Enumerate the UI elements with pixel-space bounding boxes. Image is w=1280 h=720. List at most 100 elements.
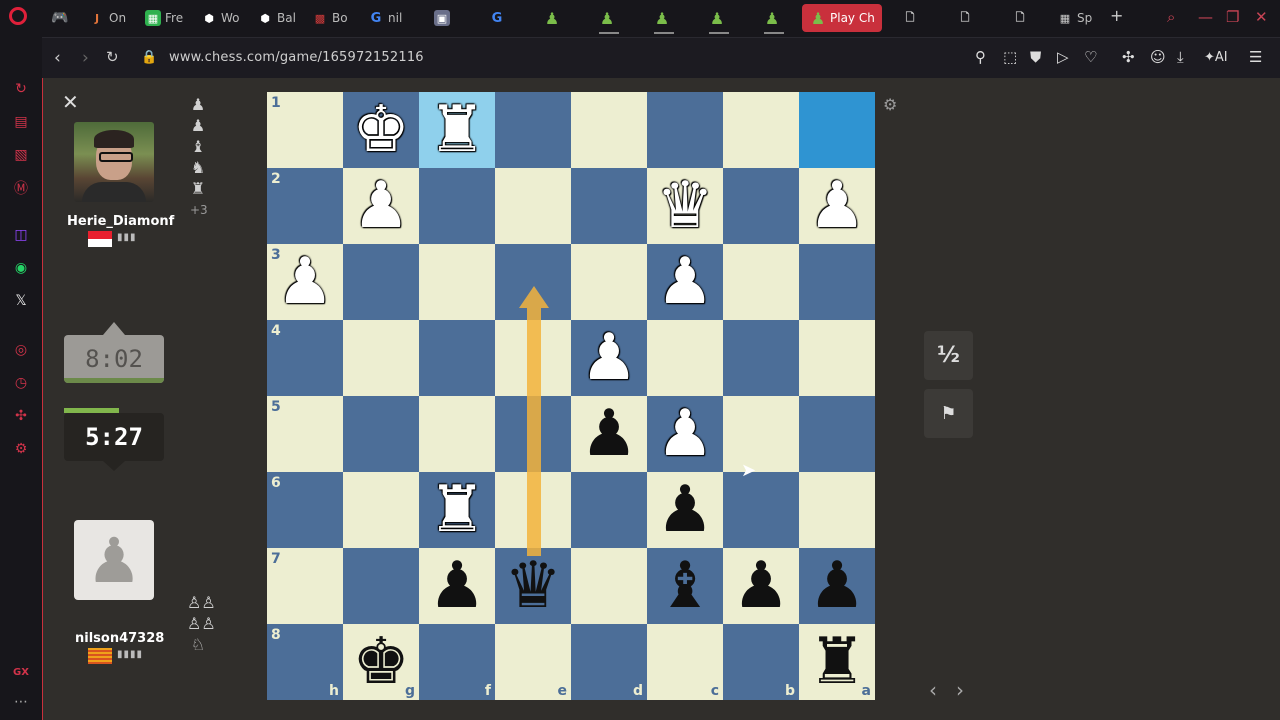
square-a2[interactable]: ♟ [799, 168, 875, 244]
refresh-icon[interactable]: ↻ [11, 79, 31, 99]
black-pawn-icon[interactable]: ♟ [808, 548, 865, 624]
tab-0[interactable]: J On [89, 4, 131, 32]
square-c5[interactable]: ♟ [647, 396, 723, 472]
square-b3[interactable] [723, 244, 799, 320]
square-g5[interactable] [343, 396, 419, 472]
square-g1[interactable]: ♚ [343, 92, 419, 168]
tab-chess-5[interactable]: ♟ [764, 4, 784, 34]
history-icon[interactable]: ◷ [11, 373, 31, 393]
next-move-button[interactable]: › [956, 678, 964, 702]
square-h1[interactable]: 1 [267, 92, 343, 168]
square-a3[interactable] [799, 244, 875, 320]
square-c2[interactable]: ♛ [647, 168, 723, 244]
square-e1[interactable] [495, 92, 571, 168]
board-settings-icon[interactable]: ⚙ [883, 95, 897, 114]
stripes-icon[interactable]: ▧ [11, 145, 31, 165]
tab-doc-1[interactable]: 🗋 [902, 4, 922, 32]
tab-chess-4[interactable]: ♟ [709, 4, 729, 34]
white-rook-icon[interactable]: ♜ [428, 472, 485, 548]
close-panel-button[interactable]: ✕ [62, 90, 79, 114]
reload-button[interactable]: ↻ [106, 48, 119, 66]
play-circle-icon[interactable]: ◎ [11, 340, 31, 360]
square-c1[interactable] [647, 92, 723, 168]
square-d5[interactable]: ♟ [571, 396, 647, 472]
square-c3[interactable]: ♟ [647, 244, 723, 320]
square-f1[interactable]: ♜ [419, 92, 495, 168]
gx-icon[interactable]: GX [11, 662, 31, 682]
square-a7[interactable]: ♟ [799, 548, 875, 624]
bag-icon[interactable]: ▤ [11, 112, 31, 132]
square-f8[interactable]: f [419, 624, 495, 700]
square-c6[interactable]: ♟ [647, 472, 723, 548]
send-icon[interactable]: ▷ [1057, 48, 1069, 66]
menu-icon[interactable]: ☰ [1249, 48, 1262, 66]
square-e6[interactable] [495, 472, 571, 548]
white-pawn-icon[interactable]: ♟ [580, 320, 637, 396]
black-pawn-icon[interactable]: ♟ [656, 472, 713, 548]
profile-icon[interactable]: ☺ [1150, 48, 1166, 66]
tab-chess-2[interactable]: ♟ [599, 4, 619, 34]
pin-icon[interactable]: ⚲ [975, 48, 986, 66]
heart-icon[interactable]: ♡ [1084, 48, 1097, 66]
square-b1[interactable] [723, 92, 799, 168]
square-b5[interactable] [723, 396, 799, 472]
white-king-icon[interactable]: ♚ [352, 92, 409, 168]
square-a5[interactable] [799, 396, 875, 472]
square-d1[interactable] [571, 92, 647, 168]
active-tab[interactable]: ♟ Play Ch [802, 4, 882, 32]
tab-1[interactable]: ▦ Fre [145, 4, 187, 32]
square-a4[interactable] [799, 320, 875, 396]
black-pawn-icon[interactable]: ♟ [732, 548, 789, 624]
whatsapp-icon[interactable]: ◉ [11, 258, 31, 278]
square-a8[interactable]: a ♜ [799, 624, 875, 700]
twitch-icon[interactable]: ◫ [11, 225, 31, 245]
white-pawn-icon[interactable]: ♟ [656, 244, 713, 320]
extensions-icon[interactable]: ✣ [11, 406, 31, 426]
square-d2[interactable] [571, 168, 647, 244]
square-d6[interactable] [571, 472, 647, 548]
black-pawn-icon[interactable]: ♟ [428, 548, 485, 624]
bottom-player-name[interactable]: nilson47328 [75, 631, 164, 646]
square-b4[interactable] [723, 320, 799, 396]
tab-3[interactable]: ⬢ Bal [257, 4, 299, 32]
offer-draw-button[interactable]: ½ [924, 331, 973, 380]
more-icon[interactable]: ⋯ [11, 692, 31, 712]
tab-chess-1[interactable]: ♟ [544, 4, 564, 32]
square-f6[interactable]: ♜ [419, 472, 495, 548]
white-pawn-icon[interactable]: ♟ [656, 396, 713, 472]
square-d8[interactable]: d [571, 624, 647, 700]
square-h4[interactable]: 4 [267, 320, 343, 396]
square-b7[interactable]: ♟ [723, 548, 799, 624]
square-b2[interactable] [723, 168, 799, 244]
square-c7[interactable]: ♝ [647, 548, 723, 624]
x-icon[interactable]: 𝕏 [11, 291, 31, 311]
square-g8[interactable]: g ♚ [343, 624, 419, 700]
bottom-player-avatar[interactable]: ♟ [74, 520, 154, 600]
square-e7[interactable]: ♛ [495, 548, 571, 624]
square-d7[interactable] [571, 548, 647, 624]
square-e3[interactable] [495, 244, 571, 320]
white-rook-icon[interactable]: ♜ [428, 92, 485, 168]
extensions-icon[interactable]: ✣ [1122, 48, 1135, 66]
maximize-button[interactable]: ❐ [1226, 8, 1239, 26]
search-icon[interactable]: ⌕ [1167, 8, 1175, 26]
m-icon[interactable]: Ⓜ [11, 178, 31, 198]
square-e4[interactable] [495, 320, 571, 396]
back-button[interactable]: ‹ [54, 48, 61, 68]
tab-4[interactable]: ▩ Bo [312, 4, 354, 32]
close-window-button[interactable]: ✕ [1255, 8, 1268, 26]
top-player-avatar[interactable] [74, 122, 154, 202]
square-h2[interactable]: 2 [267, 168, 343, 244]
gamepad-tab[interactable]: 🎮 [52, 4, 72, 32]
tab-image[interactable]: ▣ [434, 4, 454, 32]
square-f7[interactable]: ♟ [419, 548, 495, 624]
chess-board[interactable]: 1 ♚ ♜ 2 ♟ ♛ ♟ 3 ♟ ♟ 4 ♟ 5 ♟ ♟ 6 ♜ ♟ 7 ♟ ♛ ♝ ♟ ♟ 8 h g ♚ f e d c b a ♜ [267, 92, 875, 700]
square-g3[interactable] [343, 244, 419, 320]
tab-5[interactable]: Gnil [368, 4, 410, 32]
square-h3[interactable]: 3 ♟ [267, 244, 343, 320]
white-queen-icon[interactable]: ♛ [656, 168, 713, 244]
square-g2[interactable]: ♟ [343, 168, 419, 244]
new-tab-button[interactable]: + [1110, 6, 1123, 25]
url-field[interactable]: www.chess.com/game/165972152116 [169, 50, 424, 65]
square-g4[interactable] [343, 320, 419, 396]
